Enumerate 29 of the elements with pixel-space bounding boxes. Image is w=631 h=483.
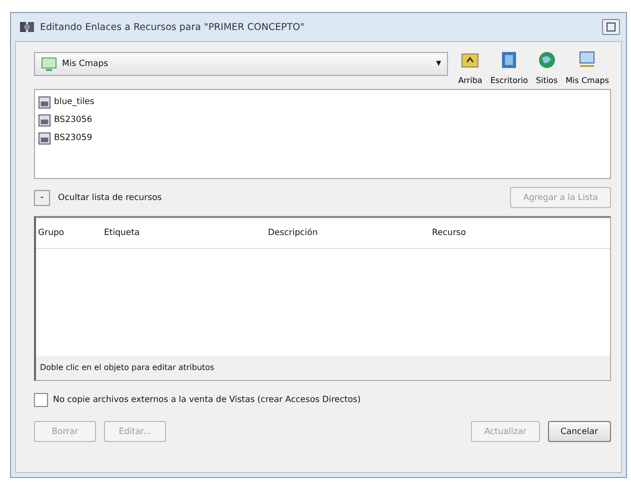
- toolbar-button[interactable]: Sitios: [534, 50, 560, 85]
- file-item[interactable]: BS23056: [38, 111, 607, 129]
- toolbar-button[interactable]: Arriba: [456, 50, 484, 85]
- column-header[interactable]: Grupo: [36, 228, 102, 238]
- window-title: Editando Enlaces a Recursos para "PRIMER CONCEPTO": [40, 22, 306, 32]
- column-header[interactable]: Descripción: [266, 228, 430, 238]
- maximize-icon: [606, 22, 616, 32]
- file-item[interactable]: blue_tiles: [38, 93, 607, 111]
- column-header[interactable]: Recurso: [430, 228, 610, 238]
- toggle-label: Ocultar lista de recursos: [58, 192, 163, 202]
- checkbox-label: No copie archivos externos a la venta de Vistas (crear Accesos Directos): [53, 395, 361, 405]
- globe-icon: [536, 50, 557, 70]
- app-icon: [19, 19, 35, 35]
- collapse-button[interactable]: -: [34, 190, 50, 206]
- file-icon: [38, 132, 51, 144]
- toolbar-button[interactable]: Mis Cmaps: [564, 50, 611, 85]
- monitor-icon: [41, 56, 57, 72]
- hint-text: Doble clic en el objeto para editar atributos: [36, 356, 610, 380]
- location-dropdown[interactable]: Mis Cmaps ▾: [34, 52, 448, 76]
- maximize-button[interactable]: [602, 19, 620, 35]
- monitor-icon: [577, 50, 598, 70]
- file-item[interactable]: BS23059: [38, 129, 607, 147]
- checkbox[interactable]: [34, 393, 48, 407]
- toolbar-button[interactable]: Escritorio: [488, 50, 530, 85]
- file-icon: [38, 96, 51, 108]
- caret-icon: ▾: [436, 59, 442, 69]
- column-header[interactable]: Etiqueta: [102, 228, 266, 238]
- dialog-button[interactable]: Cancelar: [548, 421, 611, 442]
- file-icon: [38, 114, 51, 126]
